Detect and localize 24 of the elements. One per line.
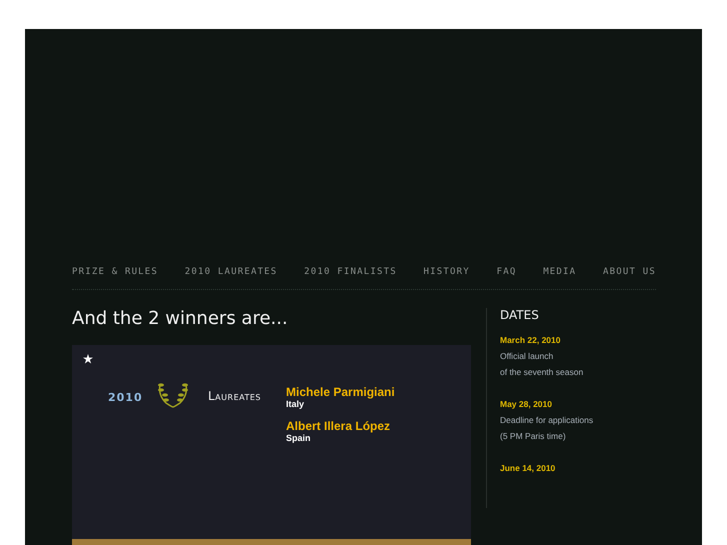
year-label: 2010 [108, 391, 144, 404]
date-label: June 14, 2010 [500, 462, 556, 475]
nav-link[interactable]: HISTORY [424, 267, 470, 277]
nav-link[interactable]: MEDIA [543, 267, 576, 277]
nav-link[interactable]: 2010 LAUREATES [184, 267, 278, 277]
date-description: Official launch [500, 350, 554, 363]
nav-link[interactable]: FAQ [496, 267, 516, 277]
nav-link[interactable]: 2010 FINALISTS [304, 267, 397, 277]
laureate-name: Albert Illera López [286, 419, 392, 433]
laureates-title: Laureates [208, 389, 262, 403]
laureate-name: Michele Parmigiani [286, 385, 395, 399]
dates-title: DATES [500, 308, 540, 322]
date-label: May 28, 2010 [500, 398, 553, 411]
laureate-country: Italy [286, 399, 306, 409]
nav-link[interactable]: ABOUT US [603, 267, 656, 277]
date-label: March 22, 2010 [500, 334, 562, 347]
page-heading: And the 2 winners are... [72, 308, 289, 329]
date-description: (5 PM Paris time) [500, 430, 567, 443]
nav-link[interactable]: PRIZE & RULES [72, 267, 158, 277]
date-description: Deadline for applications [500, 414, 594, 427]
laureate-country: Spain [286, 433, 312, 443]
date-description: of the seventh season [500, 366, 584, 379]
laurel-icon [156, 381, 190, 409]
star-icon [83, 354, 93, 364]
